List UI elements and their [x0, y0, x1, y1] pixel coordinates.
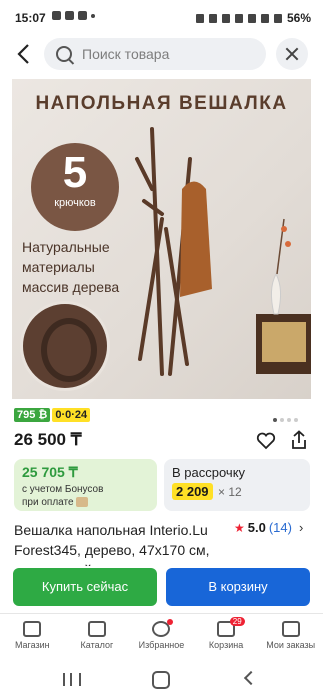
- signal-icon: [247, 13, 256, 23]
- feature-line: массив дерева: [22, 279, 120, 295]
- search-icon: [56, 46, 72, 62]
- rating-link[interactable]: ★ 5.0 (14) ›: [234, 520, 303, 535]
- close-button[interactable]: [276, 38, 308, 70]
- tab-catalog[interactable]: Каталог: [65, 614, 130, 662]
- bonus-price-card[interactable]: 25 705 ₸ с учетом Бонусов при оплате: [14, 459, 157, 511]
- cell-icon: [273, 13, 282, 23]
- image-title: НАПОЛЬНАЯ ВЕШАЛКА: [35, 93, 288, 114]
- pager-dot: [273, 418, 277, 422]
- orders-icon: [281, 621, 300, 637]
- tab-store[interactable]: Магазин: [0, 614, 65, 662]
- installment-amount: 2 209: [172, 483, 213, 500]
- search-input[interactable]: Поиск товара: [44, 38, 266, 70]
- share-button[interactable]: [290, 430, 308, 450]
- mute-icon: [208, 13, 217, 23]
- product-title: Вешалка напольная Interio.Lu Forest345, …: [14, 522, 210, 566]
- battery-level: 56%: [286, 11, 311, 25]
- catalog-icon: [87, 621, 106, 637]
- bonus-note-line: при оплате: [22, 497, 74, 508]
- message-icon: [65, 11, 74, 20]
- bonus-note-line: с учетом Бонусов: [22, 484, 104, 495]
- status-time: 15:07: [15, 11, 46, 25]
- bottom-tab-bar: Магазин Каталог Избранное 29 Корзина Мои…: [0, 613, 323, 662]
- system-back-button[interactable]: [243, 670, 259, 686]
- installment-label: В рассрочку: [172, 465, 246, 480]
- installment-card[interactable]: В рассрочку 2 209 × 12: [164, 459, 310, 511]
- feature-line: Натуральные: [22, 239, 110, 255]
- price: 26 500 ₸: [14, 430, 82, 449]
- tab-orders[interactable]: Мои заказы: [258, 614, 323, 662]
- wood-detail-image: [20, 301, 110, 391]
- tab-label: Избранное: [138, 640, 185, 650]
- bonus-price: 25 705 ₸: [22, 464, 78, 480]
- installment-badge: 0·0·24: [52, 408, 91, 422]
- product-image[interactable]: НАПОЛЬНАЯ ВЕШАЛКА 5 крючков Натуральные …: [12, 79, 311, 399]
- buy-now-button[interactable]: Купить сейчас: [13, 568, 157, 606]
- back-button[interactable]: [14, 42, 34, 66]
- bonus-badge: 795 ₿: [14, 408, 51, 422]
- tab-cart[interactable]: 29 Корзина: [194, 614, 259, 662]
- recent-apps-button[interactable]: [63, 673, 81, 686]
- pager-dot: [294, 418, 298, 422]
- tab-label: Корзина: [208, 640, 244, 650]
- bonus-note: с учетом Бонусов при оплате: [22, 483, 103, 509]
- hooks-label: крючков: [54, 197, 96, 209]
- coat-rack-illustration: [135, 127, 311, 376]
- feature-text: Натуральные материалы массив дерева: [22, 237, 119, 297]
- home-button[interactable]: [152, 671, 170, 689]
- hooks-badge: 5 крючков: [31, 143, 119, 231]
- image-icon: [52, 11, 61, 20]
- status-bar: 15:07 56%: [0, 0, 323, 36]
- chevron-right-icon: ›: [298, 520, 304, 535]
- search-placeholder: Поиск товара: [82, 46, 170, 62]
- more-dot-icon: [91, 14, 95, 18]
- rating-score: 5.0: [247, 520, 266, 535]
- store-icon: [23, 621, 42, 637]
- facebook-icon: [78, 11, 87, 20]
- battery-saver-icon: [195, 13, 204, 23]
- add-to-cart-button[interactable]: В корзину: [166, 568, 310, 606]
- chevron-left-icon: [17, 44, 29, 64]
- heart-icon: [256, 432, 276, 450]
- tab-favorites[interactable]: Избранное: [129, 614, 194, 662]
- bonus-coin-icon: [76, 497, 89, 508]
- alarm-icon: [221, 13, 230, 23]
- tab-label: Мои заказы: [266, 640, 316, 650]
- pager-dot: [280, 418, 284, 422]
- image-pager: [273, 409, 301, 427]
- system-icons: 56%: [195, 11, 311, 25]
- feature-line: материалы: [22, 259, 95, 275]
- star-icon: ★: [234, 520, 245, 535]
- hooks-count: 5: [62, 148, 88, 197]
- installment-multiplier: × 12: [218, 485, 242, 499]
- wifi-icon: [260, 13, 269, 23]
- tab-label: Магазин: [14, 640, 50, 650]
- tab-label: Каталог: [80, 640, 114, 650]
- location-icon: [234, 13, 243, 23]
- share-icon: [292, 430, 306, 449]
- notification-dot: [167, 619, 174, 625]
- system-nav-bar: [0, 661, 323, 700]
- favorite-button[interactable]: [256, 432, 276, 450]
- notification-icons: [52, 11, 95, 20]
- promo-badges: 795 ₿ 0·0·24: [14, 408, 91, 422]
- cart-count-badge: 29: [229, 617, 245, 626]
- review-count: (14): [268, 520, 292, 535]
- pager-dot: [287, 418, 291, 422]
